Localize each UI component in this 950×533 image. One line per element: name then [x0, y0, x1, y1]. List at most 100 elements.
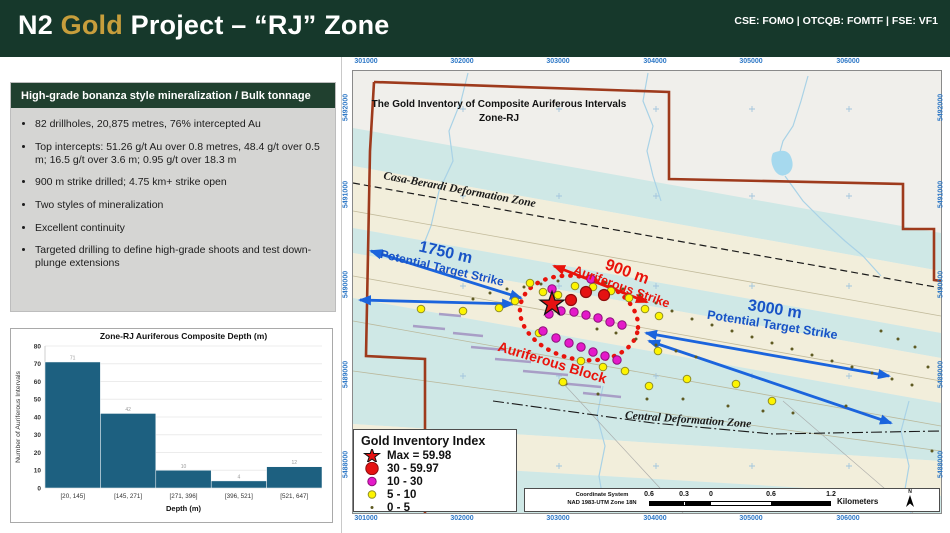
highlights-panel: High-grade bonanza style mineralization …: [10, 82, 336, 312]
gold-point-5-10: [683, 375, 691, 383]
gold-point-5-10: [559, 378, 567, 386]
coordinate-label: 306000: [828, 58, 868, 65]
gold-point-0-5: [891, 378, 894, 381]
gold-point-5-10: [511, 297, 519, 305]
gold-point-5-10: [495, 304, 503, 312]
stock-tickers: CSE: FOMO | OTCQB: FOMTF | FSE: VF1: [734, 15, 938, 27]
circle-medium-icon: [361, 475, 383, 488]
svg-text:20: 20: [34, 450, 42, 457]
gold-point-0-5: [792, 412, 795, 415]
gold-point-30-60: [581, 287, 592, 298]
gold-point-5-10: [645, 382, 653, 390]
gold-point-0-5: [472, 298, 475, 301]
gold-point-5-10: [621, 367, 629, 375]
highlights-panel-title: High-grade bonanza style mineralization …: [11, 83, 335, 108]
svg-text:[521, 647]: [521, 647]: [280, 493, 308, 500]
map-legend: Gold Inventory Index Max = 59.9830 - 59.…: [353, 429, 517, 512]
bullet-item: 82 drillholes, 20,875 metres, 76% interc…: [35, 118, 329, 131]
coordinate-label: 5490000: [343, 265, 350, 305]
svg-text:[145, 271]: [145, 271]: [114, 493, 142, 500]
svg-text:80: 80: [34, 343, 42, 350]
title-gold-word: Gold: [61, 10, 123, 40]
svg-text:Number of Auriferous Intervals: Number of Auriferous Intervals: [15, 371, 22, 463]
gold-point-10-30: [582, 311, 590, 319]
svg-text:60: 60: [34, 379, 42, 386]
gold-point-0-5: [845, 405, 848, 408]
svg-text:10: 10: [181, 464, 187, 470]
depth-histogram-chart: 0102030405060708071[20, 145]42[145, 271]…: [11, 329, 330, 520]
gold-point-10-30: [606, 318, 614, 326]
coordinate-label: 306000: [828, 515, 868, 522]
svg-text:[20, 145]: [20, 145]: [60, 493, 85, 500]
coordinate-label: 5492000: [343, 88, 350, 128]
gold-point-0-5: [682, 398, 685, 401]
highlights-list: 82 drillholes, 20,875 metres, 76% interc…: [19, 118, 329, 271]
coordinate-label: 5492000: [938, 88, 945, 128]
gold-point-0-5: [655, 344, 658, 347]
svg-text:0: 0: [37, 485, 41, 492]
gold-point-10-30: [618, 321, 626, 329]
gold-point-10-30: [570, 308, 578, 316]
legend-item: 0 - 5: [361, 501, 510, 514]
svg-text:70: 70: [34, 361, 42, 368]
scale-unit-label: Kilometers: [837, 497, 878, 506]
legend-item-label: 0 - 5: [387, 502, 410, 514]
svg-text:[271, 396]: [271, 396]: [169, 493, 197, 500]
depth-histogram-panel: 0102030405060708071[20, 145]42[145, 271]…: [10, 328, 333, 523]
gold-point-0-5: [635, 338, 638, 341]
gold-point-0-5: [596, 328, 599, 331]
gold-point-0-5: [646, 398, 649, 401]
gold-point-30-60: [566, 295, 577, 306]
page-title: N2 Gold Project – “RJ” Zone: [18, 10, 390, 41]
bullet-item: 900 m strike drilled; 4.75 km+ strike op…: [35, 176, 329, 189]
gold-point-0-5: [751, 336, 754, 339]
gold-point-5-10: [641, 305, 649, 313]
gold-point-0-5: [927, 366, 930, 369]
svg-text:4: 4: [238, 474, 241, 480]
gold-point-10-30: [539, 327, 547, 335]
gold-point-0-5: [489, 292, 492, 295]
gold-point-0-5: [731, 330, 734, 333]
gold-point-0-5: [811, 354, 814, 357]
coordinate-label: 302000: [442, 515, 482, 522]
circle-large-icon: [361, 462, 383, 475]
gold-point-5-10: [554, 291, 562, 299]
svg-text:Depth (m): Depth (m): [166, 504, 201, 513]
legend-item-label: 5 - 10: [387, 489, 416, 501]
coordinate-label: 303000: [538, 58, 578, 65]
svg-text:[396, 521]: [396, 521]: [225, 493, 253, 500]
svg-text:10: 10: [34, 468, 42, 475]
dot-icon: [361, 501, 383, 514]
gold-point-30-60: [599, 290, 610, 301]
coordinate-label: 304000: [635, 58, 675, 65]
legend-item: Max = 59.98: [361, 449, 510, 462]
gold-point-5-10: [768, 397, 776, 405]
histogram-bar: [267, 467, 322, 488]
gold-point-5-10: [539, 288, 547, 296]
svg-text:50: 50: [34, 397, 42, 404]
slide: N2 Gold Project – “RJ” Zone CSE: FOMO | …: [0, 0, 950, 533]
svg-text:42: 42: [125, 407, 131, 413]
legend-item: 5 - 10: [361, 488, 510, 501]
header-bar: N2 Gold Project – “RJ” Zone CSE: FOMO | …: [0, 0, 950, 57]
gold-point-0-5: [880, 330, 883, 333]
gold-point-5-10: [655, 312, 663, 320]
gold-point-0-5: [791, 348, 794, 351]
gold-point-5-10: [459, 307, 467, 315]
histogram-bar: [100, 413, 155, 488]
gold-point-10-30: [565, 339, 573, 347]
bullet-item: Two styles of mineralization: [35, 199, 329, 212]
gold-point-0-5: [851, 366, 854, 369]
gold-point-5-10: [417, 305, 425, 313]
gold-point-0-5: [711, 324, 714, 327]
circle-small-icon: [361, 488, 383, 501]
svg-text:12: 12: [292, 460, 298, 466]
legend-item: 10 - 30: [361, 475, 510, 488]
map-title-line2: Zone-RJ: [479, 113, 519, 124]
bullet-item: Excellent continuity: [35, 222, 329, 235]
gold-point-0-5: [831, 360, 834, 363]
gold-point-0-5: [931, 450, 934, 453]
coordinate-label: 305000: [731, 58, 771, 65]
gold-point-0-5: [911, 384, 914, 387]
coordinate-label: 5488000: [938, 445, 945, 485]
